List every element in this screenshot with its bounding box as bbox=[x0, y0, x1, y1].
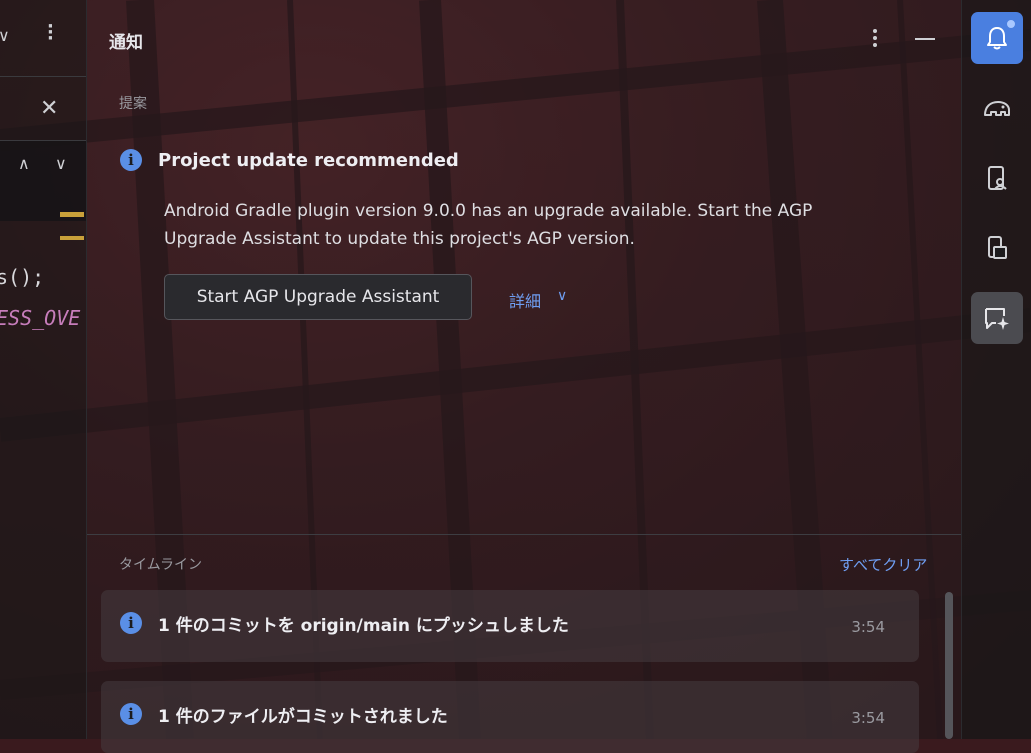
timeline-item-text: 1 件のファイルがコミットされました bbox=[158, 707, 448, 727]
suggestion-title: Project update recommended bbox=[158, 150, 459, 171]
previous-occurrence-icon[interactable]: ∧ bbox=[18, 154, 30, 173]
code-editor-pane: ∨ ··· ✕ ∧ ∨ s(); ESS_OVE bbox=[0, 0, 87, 739]
minimize-icon[interactable] bbox=[915, 38, 935, 40]
running-devices-tool-button[interactable] bbox=[971, 222, 1023, 274]
more-options-icon[interactable]: · · · bbox=[47, 18, 54, 48]
more-options-icon[interactable] bbox=[870, 27, 880, 51]
chevron-down-icon[interactable]: ∨ bbox=[557, 288, 567, 304]
ai-chat-icon bbox=[985, 308, 1009, 330]
scrollbar[interactable] bbox=[945, 592, 953, 739]
device-manager-icon bbox=[988, 166, 1007, 190]
bell-icon bbox=[987, 27, 1007, 50]
notifications-tool-button[interactable] bbox=[971, 12, 1023, 64]
search-match-marker bbox=[60, 236, 84, 240]
chevron-down-icon[interactable]: ∨ bbox=[0, 26, 10, 45]
clear-all-link[interactable]: すべてクリア bbox=[839, 554, 927, 575]
notifications-panel: 通知 提案 i Project update recommended Andro… bbox=[87, 0, 962, 753]
device-manager-tool-button[interactable] bbox=[971, 152, 1023, 204]
timeline-item-time: 3:54 bbox=[851, 618, 885, 636]
search-match-marker bbox=[60, 212, 84, 217]
timeline-header: タイムライン bbox=[119, 557, 203, 573]
gradle-tool-button[interactable] bbox=[971, 82, 1023, 134]
code-line[interactable]: s(); bbox=[0, 265, 44, 289]
info-icon: i bbox=[120, 149, 142, 171]
timeline-item[interactable]: i 1 件のコミットを origin/main にプッシュしました 3:54 bbox=[101, 590, 919, 662]
panel-title: 通知 bbox=[109, 33, 143, 53]
suggestions-header: 提案 bbox=[119, 96, 147, 112]
gradle-elephant-icon bbox=[984, 101, 1010, 116]
start-upgrade-assistant-button[interactable]: Start AGP Upgrade Assistant bbox=[164, 274, 472, 320]
info-icon: i bbox=[120, 703, 142, 725]
timeline-item[interactable]: i 1 件のファイルがコミットされました 3:54 bbox=[101, 681, 919, 753]
next-occurrence-icon[interactable]: ∨ bbox=[55, 154, 67, 173]
unread-dot bbox=[1006, 19, 1016, 29]
info-icon: i bbox=[120, 612, 142, 634]
section-divider bbox=[87, 534, 961, 535]
details-link[interactable]: 詳細 bbox=[509, 288, 541, 312]
running-devices-icon bbox=[988, 236, 1007, 259]
code-line[interactable]: ESS_OVE bbox=[0, 306, 80, 330]
timeline-item-text: 1 件のコミットを origin/main にプッシュしました bbox=[158, 616, 569, 636]
suggestion-body: Android Gradle plugin version 9.0.0 has … bbox=[164, 201, 813, 249]
tool-window-strip bbox=[962, 0, 1031, 739]
timeline-item-time: 3:54 bbox=[851, 709, 885, 727]
editor-tab-bar bbox=[0, 0, 86, 77]
close-icon[interactable]: ✕ bbox=[40, 96, 58, 121]
ai-chat-tool-button[interactable] bbox=[971, 292, 1023, 344]
find-bar bbox=[0, 140, 86, 221]
